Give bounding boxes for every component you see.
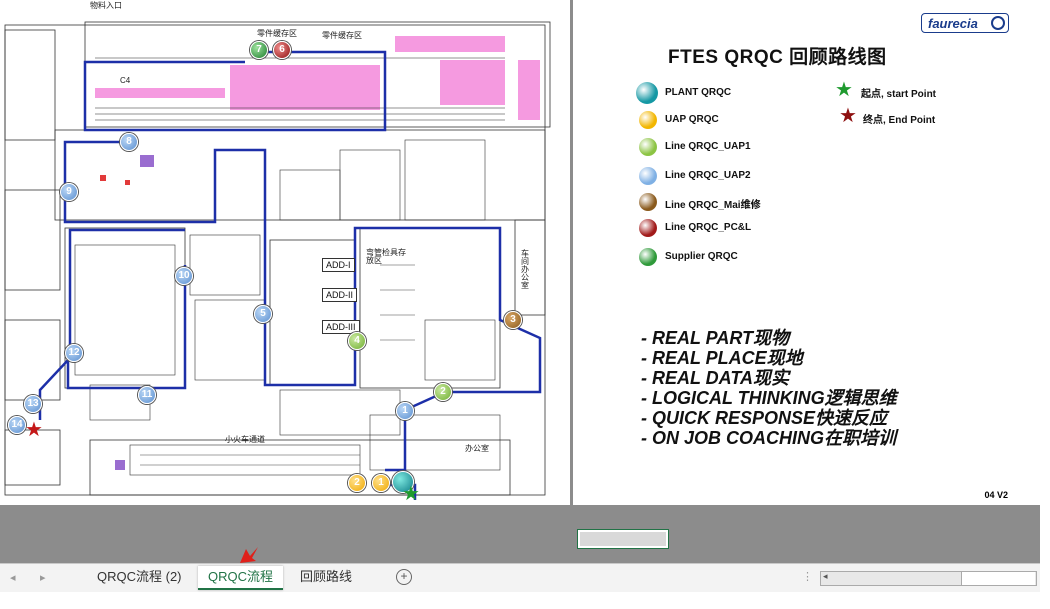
- sheet-tab-qrqc-flow[interactable]: QRQC流程: [198, 566, 284, 590]
- add-sheet-button[interactable]: +: [396, 569, 412, 585]
- waypoint-10: 10: [175, 267, 193, 285]
- legend-end-label: 终点, End Point: [863, 115, 936, 126]
- legend-end-star-icon: ★: [839, 105, 857, 127]
- legend-dot-icon: [636, 82, 658, 104]
- legend-item-label: Line QRQC_UAP2: [665, 170, 751, 181]
- window-edge: [1040, 0, 1050, 609]
- legend-item-label: Line QRQC_Mai维修: [665, 200, 761, 211]
- map-c4-label: C4: [120, 76, 131, 85]
- tab-scroll-left-icon[interactable]: ◂: [10, 571, 16, 584]
- brand-name: faurecia: [928, 16, 978, 31]
- map-track-label: 小火车通道: [225, 435, 265, 444]
- tab-split-handle-icon[interactable]: ⋮: [802, 570, 813, 583]
- legend-start-star-icon: ★: [835, 79, 853, 101]
- waypoint-4: 4: [348, 332, 366, 350]
- waypoint-2: 2: [434, 383, 452, 401]
- sheet-workspace: 物料入口 C4 零件缓存区 零件缓存区 弯管检具存放区 车间办公室 办公室 小火…: [0, 0, 1040, 563]
- waypoint-1: 1: [396, 402, 414, 420]
- sheet-tab-review-route[interactable]: 回顾路线: [290, 566, 362, 588]
- slide-title: FTES QRQC 回顾路线图: [668, 47, 887, 68]
- waypoint-3: 3: [504, 311, 522, 329]
- waypoint-12: 12: [65, 344, 83, 362]
- tab-scroll-right-icon[interactable]: ▸: [40, 571, 46, 584]
- legend-dot-icon: [639, 193, 657, 211]
- map-parts-area-label-1: 零件缓存区: [257, 29, 297, 38]
- qrqc-principles: - REAL PART现物 - REAL PLACE现地 - REAL DATA…: [641, 328, 897, 448]
- legend-item-label: Supplier QRQC: [665, 251, 738, 262]
- waypoint-11: 11: [138, 386, 156, 404]
- principle-item: - REAL PART现物: [641, 328, 790, 348]
- principle-item: - REAL DATA现实: [641, 368, 789, 388]
- waypoint-7: 7: [250, 41, 268, 59]
- waypoint-2-uap: 2: [348, 474, 366, 492]
- legend-item-label: Line QRQC_UAP1: [665, 141, 751, 152]
- waypoint-8: 8: [120, 133, 138, 151]
- principle-item: - ON JOB COACHING在职培训: [641, 428, 897, 448]
- legend-dot-icon: [639, 248, 657, 266]
- principle-item: - LOGICAL THINKING逻辑思维: [641, 388, 897, 408]
- legend-slide: faurecia FTES QRQC 回顾路线图 PLANT QRQC UAP Q…: [573, 0, 1040, 505]
- start-star-icon: ★: [402, 483, 420, 505]
- scrollbar-thumb[interactable]: [961, 572, 1035, 585]
- map-add-1-box: ADD-I: [322, 258, 355, 272]
- faurecia-logo: faurecia: [921, 13, 1009, 33]
- legend-start-label: 起点, start Point: [861, 89, 937, 100]
- map-add-2-box: ADD-II: [322, 288, 357, 302]
- map-entrance-label: 物料入口: [90, 1, 122, 10]
- map-tool-area-label: 弯管检具存放区: [366, 248, 406, 265]
- legend-item-label: PLANT QRQC: [665, 87, 732, 98]
- legend-dot-icon: [639, 219, 657, 237]
- horizontal-scrollbar[interactable]: ◂: [820, 571, 1037, 586]
- waypoint-1-uap: 1: [372, 474, 390, 492]
- waypoint-9: 9: [60, 183, 78, 201]
- map-workshop-office-label: 车间办公室: [521, 249, 529, 290]
- end-star-icon: ★: [25, 419, 43, 441]
- floor-plan-drawing: [4, 21, 551, 500]
- red-arrow-annotation-icon: [240, 547, 258, 563]
- legend-dot-icon: [639, 138, 657, 156]
- legend-dot-icon: [639, 111, 657, 129]
- legend-item-label: UAP QRQC: [665, 114, 719, 125]
- waypoint-13: 13: [24, 395, 42, 413]
- slide-version: 04 V2: [984, 490, 1008, 500]
- scroll-left-arrow-icon[interactable]: ◂: [823, 571, 828, 582]
- legend-item-label: Line QRQC_PC&L: [665, 222, 752, 233]
- brand-emblem-icon: [991, 16, 1005, 30]
- map-parts-area-label-2: 零件缓存区: [322, 31, 362, 40]
- waypoint-6: 6: [273, 41, 291, 59]
- waypoint-5: 5: [254, 305, 272, 323]
- sheet-tab-qrqc-flow-2[interactable]: QRQC流程 (2): [87, 566, 192, 588]
- legend-dot-icon: [639, 167, 657, 185]
- map-office-label: 办公室: [465, 444, 489, 453]
- principle-item: - QUICK RESPONSE快速反应: [641, 408, 888, 428]
- waypoint-14: 14: [8, 416, 26, 434]
- sheet-tab-bar: ◂ ▸ QRQC流程 (2) QRQC流程 回顾路线 + ⋮ ◂: [0, 563, 1040, 592]
- principle-item: - REAL PLACE现地: [641, 348, 803, 368]
- selected-cell[interactable]: [577, 529, 669, 549]
- floor-plan-map: 物料入口 C4 零件缓存区 零件缓存区 弯管检具存放区 车间办公室 办公室 小火…: [0, 0, 570, 505]
